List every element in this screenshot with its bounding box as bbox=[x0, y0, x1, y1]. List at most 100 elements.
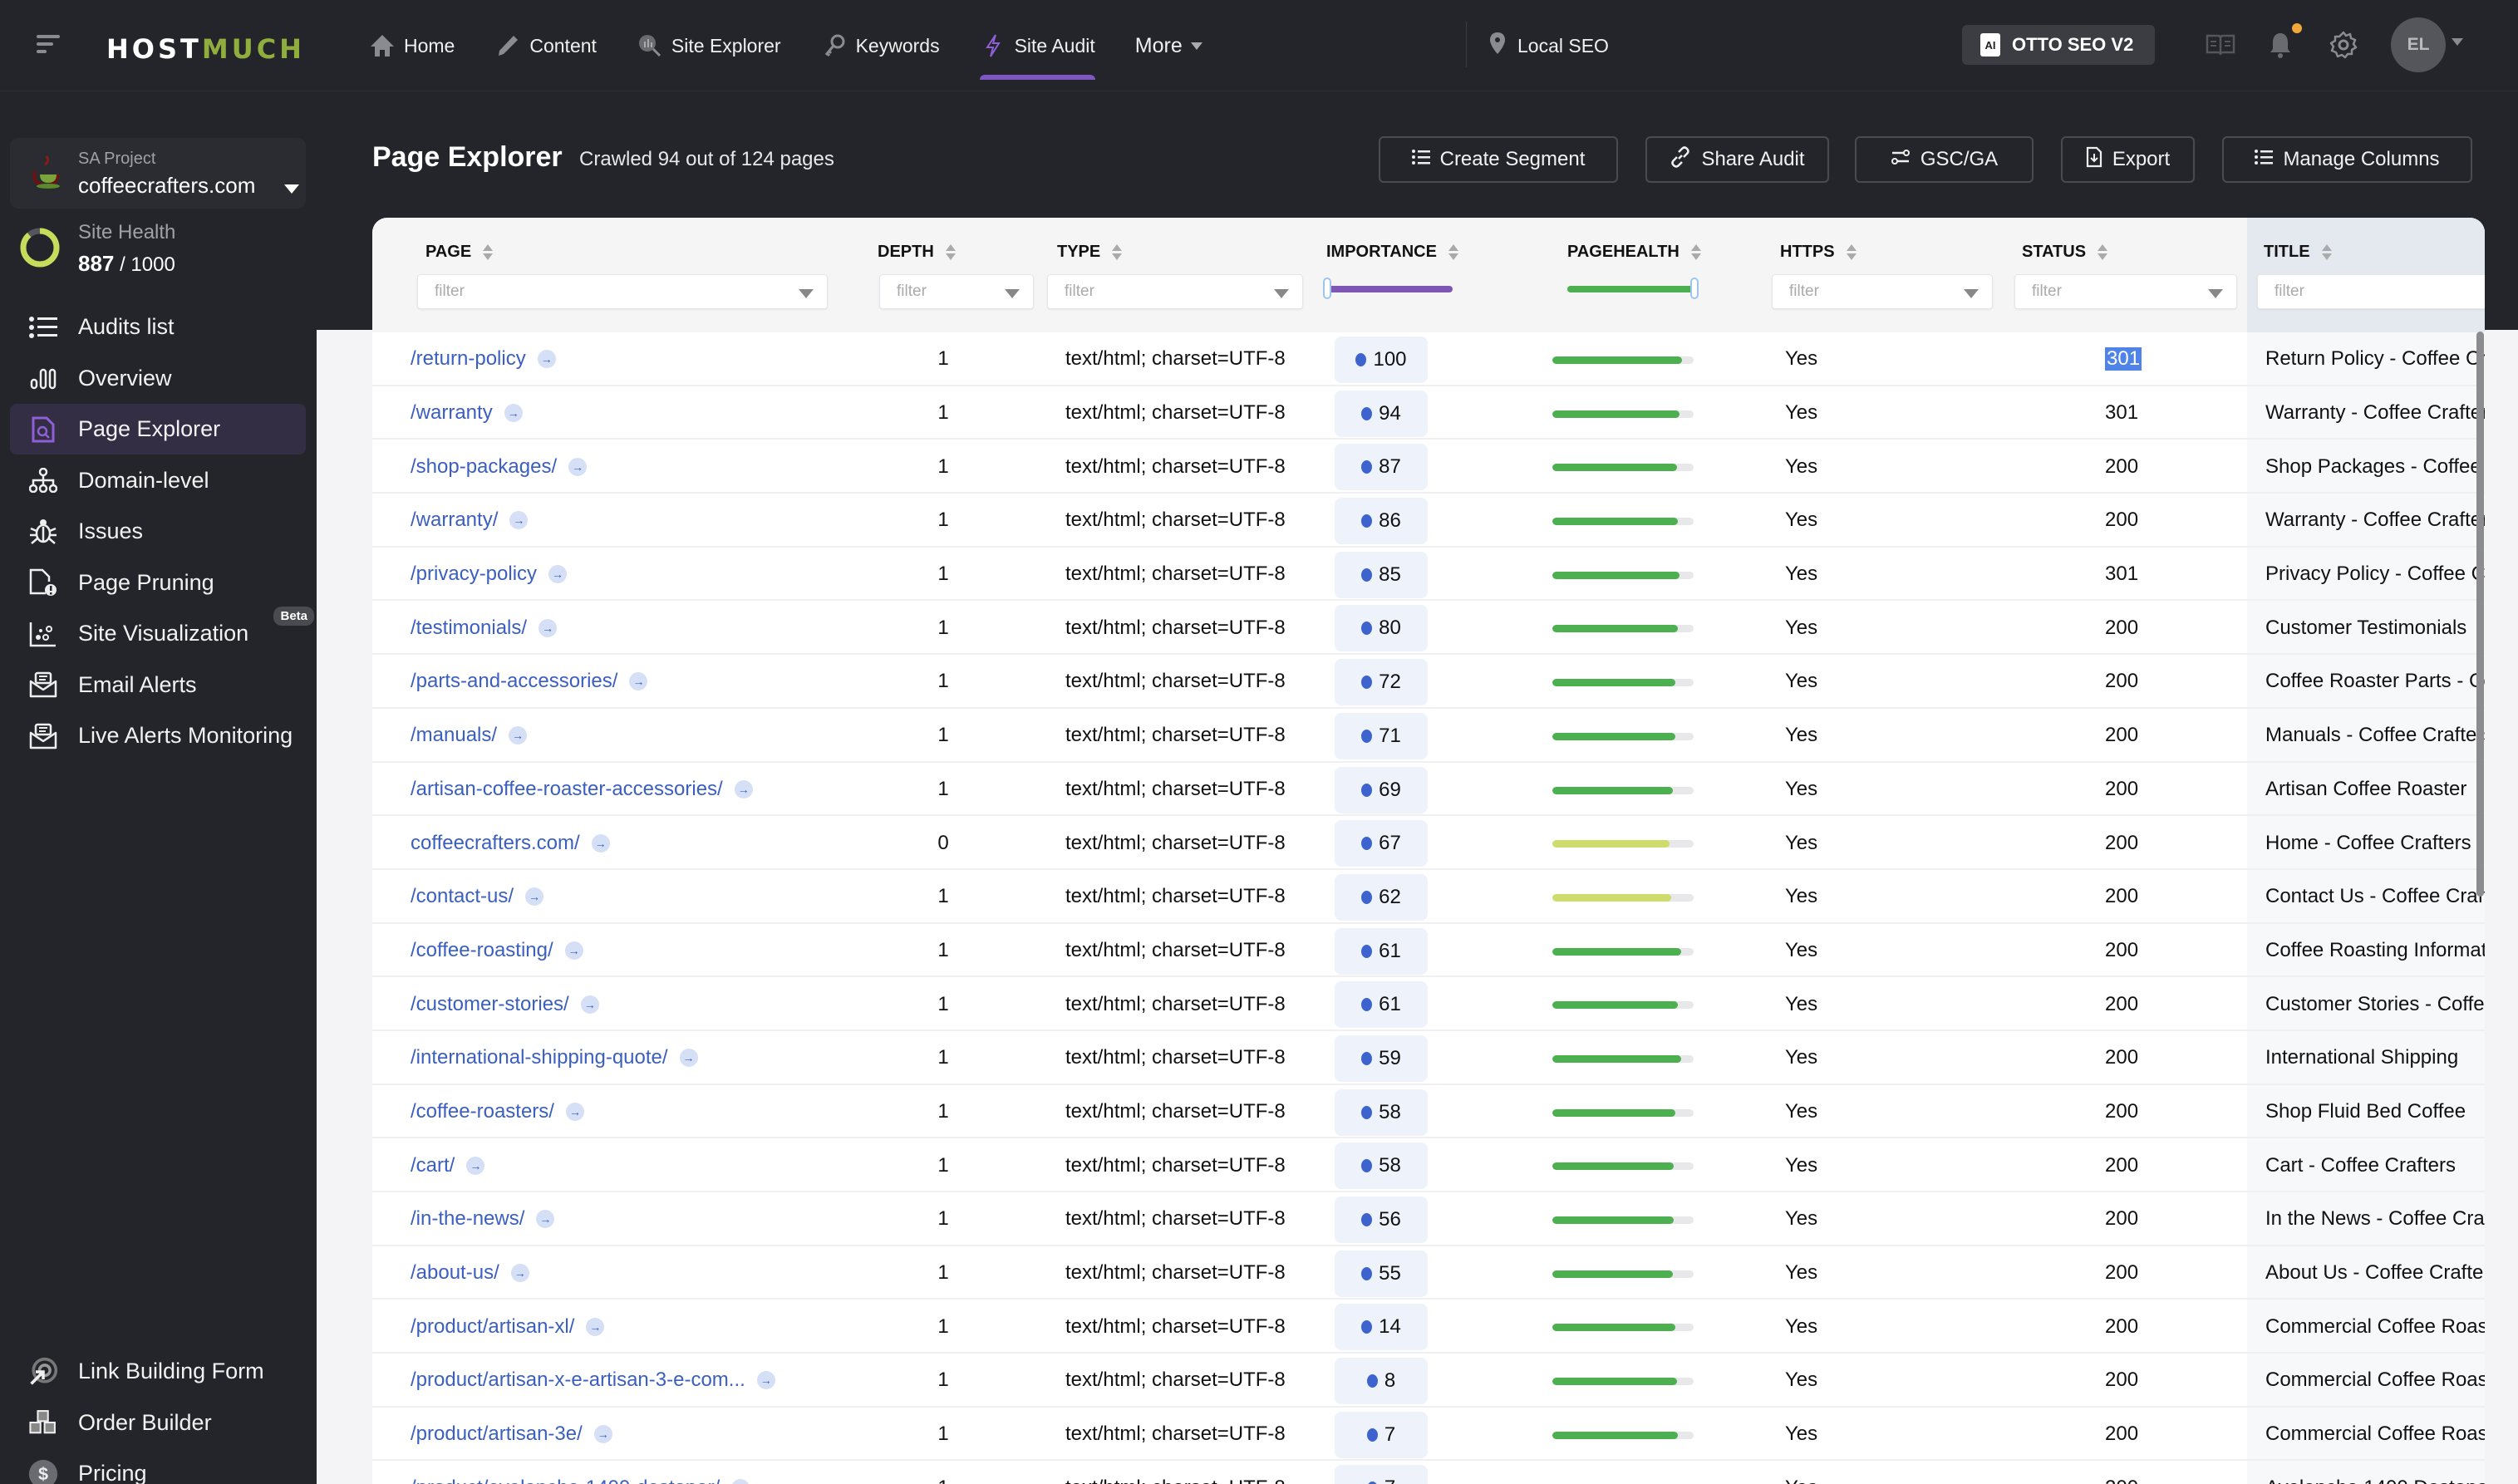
arrow-right-icon[interactable]: → bbox=[734, 779, 753, 799]
page-url[interactable]: /contact-us/ bbox=[411, 885, 514, 908]
page-url[interactable]: /manuals/ bbox=[411, 724, 497, 747]
table-row[interactable]: /international-shipping-quote/ → 1 text/htm… bbox=[372, 1031, 2485, 1085]
table-row[interactable]: /parts-and-accessories/ → 1 text/html; char… bbox=[372, 655, 2485, 709]
page-url[interactable]: /about-us/ bbox=[411, 1261, 499, 1285]
page-link[interactable]: /cart/ → bbox=[411, 1138, 485, 1192]
avatar-dropdown-icon[interactable] bbox=[2452, 38, 2463, 46]
arrow-right-icon[interactable]: → bbox=[580, 995, 599, 1014]
nav-home[interactable]: Home bbox=[369, 0, 455, 91]
nav-more-dropdown[interactable]: More bbox=[1135, 34, 1202, 58]
create-segment-button[interactable]: Create Segment bbox=[1379, 136, 1618, 183]
page-link[interactable]: /about-us/ → bbox=[411, 1246, 529, 1300]
page-link[interactable]: /warranty/ → bbox=[411, 494, 529, 548]
page-link[interactable]: /manuals/ → bbox=[411, 709, 528, 763]
table-row[interactable]: /coffee-roasters/ → 1 text/html; charset=UT… bbox=[372, 1085, 2485, 1139]
column-header-type[interactable]: TYPE bbox=[1057, 243, 1123, 262]
book-icon[interactable] bbox=[2202, 27, 2239, 63]
arrow-right-icon[interactable]: → bbox=[756, 1371, 775, 1390]
table-row[interactable]: /artisan-coffee-roaster-accessories/ → 1 te… bbox=[372, 763, 2485, 817]
arrow-right-icon[interactable]: → bbox=[586, 1317, 605, 1336]
arrow-right-icon[interactable]: → bbox=[593, 1425, 612, 1444]
page-url[interactable]: coffeecrafters.com/ bbox=[411, 832, 580, 855]
page-link[interactable]: /product/artisan-3e/ → bbox=[411, 1408, 612, 1462]
table-row[interactable]: /testimonials/ → 1 text/html; charset=UTF-8… bbox=[372, 601, 2485, 656]
table-row[interactable]: /product/avalanche-1400-destoner/ → 1 text/… bbox=[372, 1461, 2485, 1484]
nav-site-audit[interactable]: Site Audit bbox=[979, 0, 1095, 91]
gear-icon[interactable] bbox=[2325, 27, 2362, 63]
nav-local-seo[interactable]: Local SEO bbox=[1489, 0, 1609, 91]
page-link[interactable]: /international-shipping-quote/ → bbox=[411, 1031, 698, 1085]
page-url[interactable]: /testimonials/ bbox=[411, 617, 527, 640]
table-row[interactable]: /in-the-news/ → 1 text/html; charset=UTF-8 5… bbox=[372, 1192, 2485, 1246]
sidebar-item-issues[interactable]: Issues bbox=[10, 506, 306, 557]
table-scrollbar[interactable] bbox=[2476, 332, 2484, 897]
sidebar-item-email-alerts[interactable]: Email Alerts bbox=[10, 660, 306, 710]
pagehealth-range-max-handle[interactable] bbox=[1690, 278, 1699, 299]
page-url[interactable]: /product/artisan-3e/ bbox=[411, 1423, 583, 1446]
page-url[interactable]: /return-policy bbox=[411, 347, 526, 371]
column-header-title[interactable]: TITLE bbox=[2264, 243, 2332, 262]
sidebar-item-overview[interactable]: Overview bbox=[10, 353, 306, 404]
table-row[interactable]: /contact-us/ → 1 text/html; charset=UTF-8 62… bbox=[372, 870, 2485, 924]
table-row[interactable]: /coffee-roasting/ → 1 text/html; charset=UT… bbox=[372, 924, 2485, 978]
table-row[interactable]: /return-policy → 1 text/html; charset=UTF-8… bbox=[372, 332, 2485, 386]
page-url[interactable]: /shop-packages/ bbox=[411, 455, 557, 479]
depth-filter-select[interactable]: filter bbox=[879, 274, 1034, 309]
page-link[interactable]: /contact-us/ → bbox=[411, 870, 544, 924]
page-filter-select[interactable]: filter bbox=[417, 274, 828, 309]
page-url[interactable]: /warranty bbox=[411, 401, 493, 425]
page-link[interactable]: /parts-and-accessories/ → bbox=[411, 655, 648, 709]
sidebar-item-page-pruning[interactable]: Page Pruning bbox=[10, 558, 306, 608]
arrow-right-icon[interactable]: → bbox=[679, 1049, 698, 1068]
arrow-right-icon[interactable]: → bbox=[731, 1478, 750, 1484]
arrow-right-icon[interactable]: → bbox=[504, 404, 523, 423]
arrow-right-icon[interactable]: → bbox=[568, 457, 588, 476]
sidebar-item-audits-list[interactable]: Audits list bbox=[10, 302, 306, 352]
user-avatar[interactable]: EL bbox=[2391, 17, 2446, 72]
page-url[interactable]: /parts-and-accessories/ bbox=[411, 670, 617, 693]
table-row[interactable]: /warranty/ → 1 text/html; charset=UTF-8 86 Ye… bbox=[372, 494, 2485, 548]
sort-icon[interactable] bbox=[1112, 244, 1123, 260]
page-link[interactable]: /privacy-policy → bbox=[411, 548, 568, 602]
sort-icon[interactable] bbox=[483, 244, 494, 260]
sort-icon[interactable] bbox=[1448, 244, 1458, 260]
page-link[interactable]: /artisan-coffee-roaster-accessories/ → bbox=[411, 763, 753, 817]
nav-keywords[interactable]: Keywords bbox=[821, 0, 940, 91]
page-link[interactable]: /coffee-roasters/ → bbox=[411, 1085, 584, 1139]
arrow-right-icon[interactable]: → bbox=[537, 350, 556, 369]
type-filter-select[interactable]: filter bbox=[1047, 274, 1303, 309]
sidebar-item-domain-level[interactable]: Domain-level bbox=[10, 455, 306, 506]
page-url[interactable]: /customer-stories/ bbox=[411, 993, 569, 1016]
page-link[interactable]: /testimonials/ → bbox=[411, 601, 558, 655]
page-url[interactable]: /privacy-policy bbox=[411, 563, 537, 586]
page-url[interactable]: /international-shipping-quote/ bbox=[411, 1046, 668, 1069]
page-link[interactable]: /coffee-roasting/ → bbox=[411, 924, 583, 978]
column-header-https[interactable]: HTTPS bbox=[1780, 243, 1857, 262]
arrow-right-icon[interactable]: → bbox=[466, 1156, 485, 1175]
table-row[interactable]: /customer-stories/ → 1 text/html; charset=U… bbox=[372, 977, 2485, 1031]
arrow-right-icon[interactable]: → bbox=[565, 1102, 584, 1121]
arrow-right-icon[interactable]: → bbox=[629, 672, 648, 691]
page-link[interactable]: /return-policy → bbox=[411, 332, 556, 386]
table-row[interactable]: /manuals/ → 1 text/html; charset=UTF-8 71 Yes… bbox=[372, 709, 2485, 763]
page-link[interactable]: /product/avalanche-1400-destoner/ → bbox=[411, 1461, 750, 1484]
table-row[interactable]: /shop-packages/ → 1 text/html; charset=UTF-… bbox=[372, 440, 2485, 494]
otto-seo-button[interactable]: AI OTTO SEO V2 bbox=[1962, 25, 2155, 65]
arrow-right-icon[interactable]: → bbox=[536, 1210, 555, 1229]
page-link[interactable]: /product/artisan-x-e-artisan-3-e-com... → bbox=[411, 1354, 775, 1408]
column-header-status[interactable]: STATUS bbox=[2022, 243, 2108, 262]
sidebar-item-pricing[interactable]: $ Pricing bbox=[10, 1448, 306, 1484]
column-header-depth[interactable]: DEPTH bbox=[878, 243, 956, 262]
column-header-importance[interactable]: IMPORTANCE bbox=[1326, 243, 1458, 262]
sort-icon[interactable] bbox=[1846, 244, 1857, 260]
page-url[interactable]: /coffee-roasters/ bbox=[411, 1100, 554, 1123]
export-button[interactable]: Export bbox=[2061, 136, 2195, 183]
page-url[interactable]: /product/avalanche-1400-destoner/ bbox=[411, 1477, 720, 1484]
sidebar-item-order-builder[interactable]: Order Builder bbox=[10, 1398, 306, 1448]
table-row[interactable]: /privacy-policy → 1 text/html; charset=UTF-… bbox=[372, 548, 2485, 602]
page-link[interactable]: /shop-packages/ → bbox=[411, 440, 588, 494]
column-header-page[interactable]: PAGE bbox=[425, 243, 494, 262]
sidebar-item-live-alerts-monitoring[interactable]: Live Alerts Monitoring bbox=[10, 710, 306, 761]
https-filter-select[interactable]: filter bbox=[1772, 274, 1993, 309]
table-row[interactable]: /product/artisan-x-e-artisan-3-e-com... →… bbox=[372, 1354, 2485, 1408]
